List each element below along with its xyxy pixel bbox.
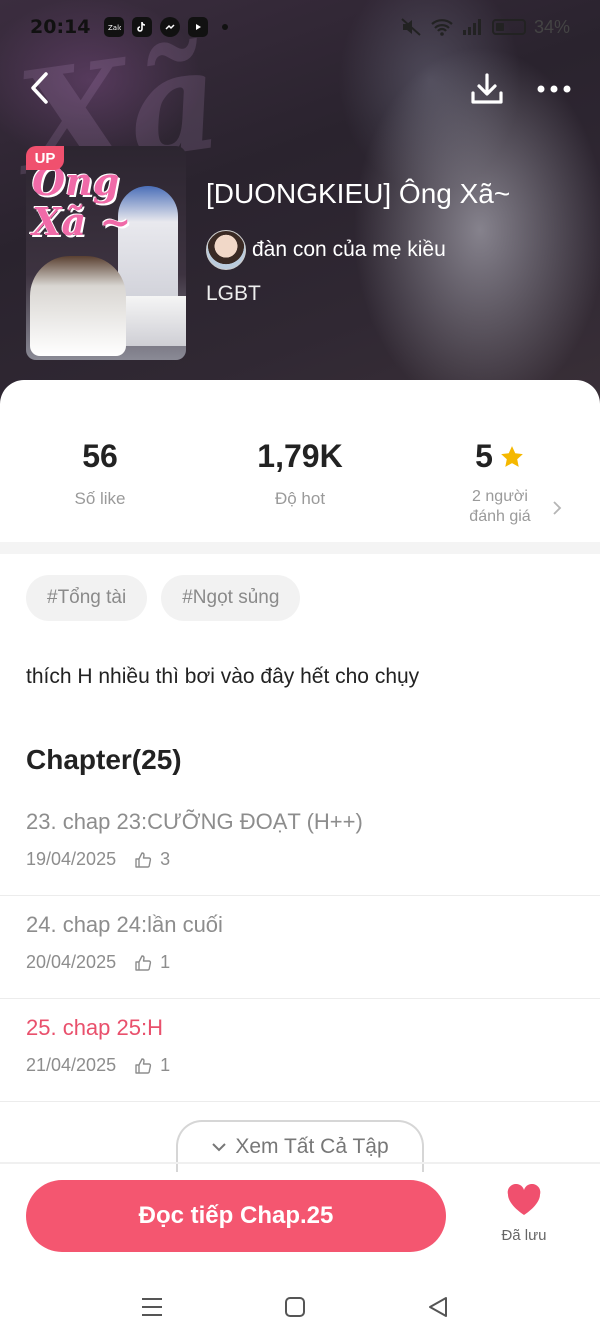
more-options-button[interactable] [532, 68, 576, 110]
chapter-row[interactable]: 23. chap 23:CƯỠNG ĐOẠT (H++) 19/04/2025 … [0, 793, 600, 896]
triangle-back-icon [429, 1297, 447, 1317]
likes-label: Số like [74, 489, 126, 508]
author-avatar[interactable] [206, 230, 246, 270]
stat-hot: 1,79K Độ hot [230, 438, 370, 509]
save-label: Đã lưu [501, 1227, 547, 1244]
cover-title-art: Ông Xã ~ [32, 159, 132, 244]
chapter-row-current[interactable]: 25. chap 25:H 21/04/2025 1 [0, 999, 600, 1102]
rating-label-line2: đánh giá [469, 508, 531, 525]
status-app-icons: Zalo [104, 17, 229, 37]
story-cover[interactable]: Ông Xã ~ [26, 146, 186, 360]
chapter-likes: 1 [160, 952, 171, 972]
signal-icon [462, 19, 481, 35]
menu-lines-icon [142, 1298, 162, 1316]
system-back-button[interactable] [423, 1292, 453, 1322]
stat-rating[interactable]: 5 2 người đánh giá [440, 438, 560, 527]
chapter-title: 23. chap 23:CƯỠNG ĐOẠT (H++) [26, 809, 363, 834]
tag-chip[interactable]: #Ngọt sủng [161, 575, 301, 621]
bottom-bar-divider [0, 1162, 600, 1164]
battery-icon [491, 19, 526, 35]
rating-value-row: 5 [440, 438, 560, 475]
chapter-date: 20/04/2025 [26, 952, 117, 972]
mute-icon [401, 18, 421, 36]
chapter-heading: Chapter(25) [26, 744, 182, 775]
square-icon [285, 1297, 305, 1317]
chapter-likes: 3 [160, 849, 171, 869]
system-home-button[interactable] [280, 1292, 310, 1322]
chapter-likes: 1 [160, 1055, 171, 1075]
download-icon [471, 73, 503, 104]
status-bar: 20:14 Zalo 34% [0, 0, 600, 54]
chapter-title: 24. chap 24:lần cuối [26, 912, 223, 937]
chapter-meta: 20/04/2025 1 [26, 952, 170, 973]
notification-dot [222, 24, 229, 30]
thumbs-up-icon [135, 1057, 152, 1074]
wifi-icon [431, 19, 453, 36]
thumbs-up-icon [135, 954, 152, 971]
stats-row: 56 Số like 1,79K Độ hot 5 2 người đánh g… [0, 438, 600, 538]
hot-value: 1,79K [257, 438, 343, 474]
stat-likes: 56 Số like [40, 438, 160, 509]
chapter-meta: 19/04/2025 3 [26, 849, 170, 870]
star-icon [501, 445, 523, 467]
chevron-down-icon [212, 1143, 227, 1152]
zalo-icon: Zalo [104, 17, 125, 37]
chapter-date: 19/04/2025 [26, 849, 117, 869]
cover-figure [30, 256, 126, 356]
chevron-right-icon[interactable] [550, 500, 564, 516]
tag-list: #Tổng tài #Ngọt sủng [26, 575, 301, 621]
status-right: 34% [400, 17, 570, 38]
story-title: [DUONGKIEU] Ông Xã~ [206, 178, 511, 209]
story-description: thích H nhiều thì bơi vào đây hết cho ch… [26, 665, 420, 688]
chapter-meta: 21/04/2025 1 [26, 1055, 170, 1076]
messenger-icon [160, 17, 181, 37]
likes-value: 56 [82, 438, 118, 474]
download-button[interactable] [466, 68, 508, 110]
up-badge: UP [26, 146, 64, 170]
battery-percent: 34% [533, 16, 570, 37]
chapter-date: 21/04/2025 [26, 1055, 117, 1075]
chapter-row[interactable]: 24. chap 24:lần cuối 20/04/2025 1 [0, 896, 600, 999]
see-all-chapters-button[interactable]: Xem Tất Cả Tập [176, 1120, 424, 1172]
section-divider [0, 542, 600, 554]
chevron-left-icon [31, 72, 48, 104]
thumbs-up-icon [135, 851, 152, 868]
see-all-label: Xem Tất Cả Tập [235, 1135, 389, 1158]
tag-chip[interactable]: #Tổng tài [26, 575, 148, 621]
story-genre[interactable]: LGBT [206, 282, 261, 306]
heart-icon [507, 1183, 541, 1215]
youtube-icon [188, 17, 209, 37]
more-dots-icon [537, 85, 571, 93]
continue-reading-button[interactable]: Đọc tiếp Chap.25 [26, 1180, 446, 1252]
hot-label: Độ hot [274, 489, 326, 508]
save-button[interactable]: Đã lưu [490, 1183, 558, 1244]
rating-label-line1: 2 người [472, 488, 528, 505]
svg-text:Zalo: Zalo [108, 24, 121, 32]
tiktok-icon [132, 17, 153, 37]
system-menu-button[interactable] [137, 1292, 167, 1322]
back-button[interactable] [20, 68, 60, 108]
status-time: 20:14 [30, 16, 91, 38]
author-row[interactable]: đàn con của mẹ kiều [206, 230, 446, 270]
author-name[interactable]: đàn con của mẹ kiều [252, 238, 446, 262]
rating-label: 2 người đánh giá [440, 487, 560, 527]
chapter-title: 25. chap 25:H [26, 1015, 163, 1040]
rating-value: 5 [475, 438, 493, 474]
